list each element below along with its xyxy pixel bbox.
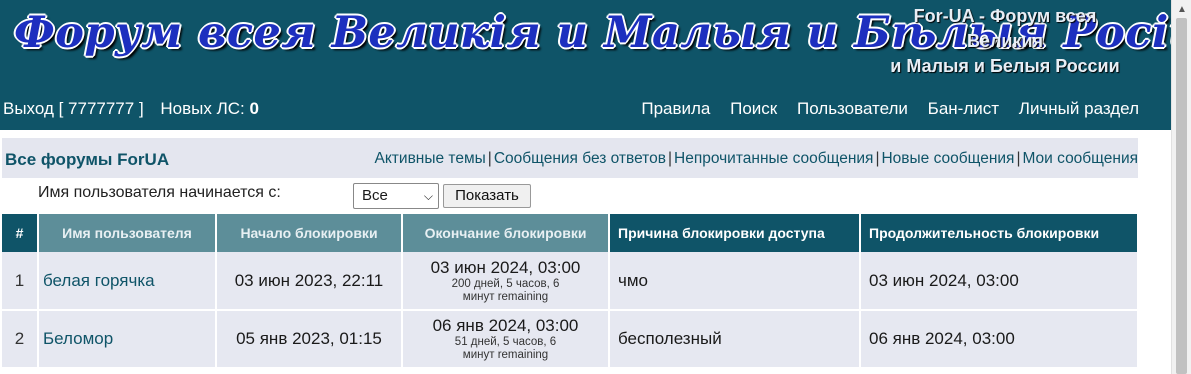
column-header-ban-start[interactable]: Начало блокировки bbox=[216, 214, 403, 252]
user-bar: Выход [ 7777777 ] Новых ЛС: 0 bbox=[3, 99, 259, 119]
vertical-scrollbar[interactable]: ▲ bbox=[1171, 0, 1191, 374]
link-separator: | bbox=[487, 150, 492, 167]
my-posts-link[interactable]: Мои сообщения bbox=[1022, 150, 1138, 167]
site-tagline-line: и Малыя и Белыя России bbox=[890, 56, 1120, 76]
ban-start-date: 03 июн 2023, 22:11 bbox=[216, 252, 403, 311]
ban-reason: чмо bbox=[609, 252, 861, 311]
ban-end-cell: 03 июн 2024, 03:00 200 дней, 5 часов, 6 … bbox=[402, 252, 610, 311]
ban-start-date: 05 янв 2023, 01:15 bbox=[216, 310, 403, 369]
site-tagline: For-UA - Форум всея Великия и Малыя и Бе… bbox=[860, 4, 1150, 79]
chevron-down-icon: ⌵ bbox=[423, 189, 433, 203]
forum-bar: Все форумы ForUA Активные темы | Сообщения… bbox=[2, 138, 1138, 178]
nav-users-link[interactable]: Пользователи bbox=[797, 99, 908, 118]
ban-remaining: 200 дней, 5 часов, 6 bbox=[451, 277, 560, 290]
column-header-username[interactable]: Имя пользователя bbox=[38, 214, 217, 252]
ban-duration: 06 янв 2024, 03:00 bbox=[860, 310, 1139, 369]
ban-end-cell: 06 янв 2024, 03:00 51 дней, 5 часов, 6 м… bbox=[402, 310, 610, 369]
nav-rules-link[interactable]: Правила bbox=[641, 99, 710, 118]
ban-end-date: 06 янв 2024, 03:00 bbox=[432, 316, 579, 335]
ban-remaining: минут remaining bbox=[462, 290, 549, 303]
ban-end-date: 03 июн 2024, 03:00 bbox=[430, 257, 581, 277]
column-header-duration: Продолжительность блокировки bbox=[860, 214, 1139, 252]
row-number: 1 bbox=[2, 252, 39, 311]
ban-reason: бесполезный bbox=[609, 310, 861, 369]
forum-quick-links: Активные темы | Сообщения без ответов | Непр… bbox=[375, 150, 1138, 168]
column-header-reason: Причина блокировки доступа bbox=[609, 214, 861, 252]
unread-link[interactable]: Непрочитанные сообщения bbox=[674, 150, 873, 167]
table-row: 1 белая горячка 03 июн 2023, 22:11 03 ию… bbox=[2, 252, 1139, 311]
link-separator: | bbox=[1016, 150, 1021, 167]
show-button[interactable]: Показать bbox=[443, 184, 531, 208]
filter-selected-value: Все bbox=[362, 187, 388, 204]
top-nav: Правила Поиск Пользователи Бан-лист Личн… bbox=[626, 99, 1139, 119]
nav-search-link[interactable]: Поиск bbox=[730, 99, 777, 118]
scroll-up-arrow-icon[interactable]: ▲ bbox=[1177, 4, 1187, 15]
new-pm-count: 0 bbox=[249, 99, 259, 118]
table-row: 2 Беломор 05 янв 2023, 01:15 06 янв 2024… bbox=[2, 310, 1139, 369]
all-forums-link[interactable]: Все форумы ForUA bbox=[5, 150, 169, 170]
username-filter-select[interactable]: Все ⌵ bbox=[353, 183, 439, 209]
column-header-number: # bbox=[2, 214, 39, 252]
site-tagline-line: Великия bbox=[966, 31, 1044, 51]
new-posts-link[interactable]: Новые сообщения bbox=[881, 150, 1014, 167]
logout-link[interactable]: Выход [ 7777777 ] bbox=[3, 99, 144, 118]
unanswered-link[interactable]: Сообщения без ответов bbox=[494, 150, 666, 167]
scrollbar-thumb[interactable] bbox=[1176, 18, 1187, 374]
new-pm-link[interactable]: Новых ЛС: 0 bbox=[160, 99, 259, 118]
username-filter-label: Имя пользователя начинается с: bbox=[38, 184, 281, 201]
nav-personal-link[interactable]: Личный раздел bbox=[1019, 99, 1139, 118]
link-separator: | bbox=[667, 150, 672, 167]
row-number: 2 bbox=[2, 310, 39, 369]
username-link[interactable]: белая горячка bbox=[39, 271, 155, 290]
username-link[interactable]: Беломор bbox=[39, 329, 113, 348]
column-header-ban-end[interactable]: Окончание блокировки bbox=[402, 214, 610, 252]
nav-banlist-link[interactable]: Бан-лист bbox=[928, 99, 999, 118]
site-tagline-line: For-UA - Форум всея bbox=[913, 6, 1097, 26]
ban-remaining: минут remaining bbox=[462, 349, 549, 361]
active-topics-link[interactable]: Активные темы bbox=[375, 150, 486, 167]
new-pm-label: Новых ЛС: bbox=[160, 99, 245, 118]
ban-list-table: # Имя пользователя Начало блокировки Око… bbox=[2, 214, 1139, 369]
site-header: Форум всея Великія и Малыя и Бѣлыя Росіи… bbox=[0, 0, 1191, 130]
ban-remaining: 51 дней, 5 часов, 6 bbox=[454, 336, 557, 348]
ban-duration: 03 июн 2024, 03:00 bbox=[860, 252, 1139, 311]
link-separator: | bbox=[875, 150, 880, 167]
